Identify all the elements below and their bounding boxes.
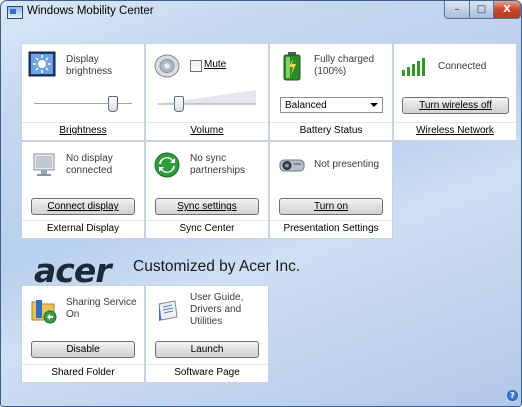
sync-info-line2: partnerships [190,165,246,176]
presentation-status: Not presenting [314,159,380,170]
launch-button[interactable]: Launch [155,341,259,358]
connect-display-label: Connect display [47,201,119,212]
mute-label[interactable]: Mute [204,59,226,71]
battery-info-line1: Fully charged [314,54,375,65]
external-display-info-line2: connected [66,165,113,176]
wireless-network-label: Wireless Network [394,122,516,140]
battery-info-line2: (100%) [314,66,347,77]
user-guide-icon [158,300,178,321]
software-info-line3: Utilities [190,316,223,327]
wireless-status: Connected [438,61,487,72]
tile-external-display: No display connected Connect display Ext… [21,141,145,239]
tile-brightness: Display brightness Brightness [21,43,145,141]
software-info-line1: User Guide, [190,292,244,303]
shared-folder-info-line2: On [66,309,80,320]
presentation-turn-on-button[interactable]: Turn on [279,198,383,215]
sync-settings-button[interactable]: Sync settings [155,198,259,215]
app-icon [7,6,23,19]
brightness-label-text: Brightness [59,125,107,136]
turn-on-label: Turn on [313,201,349,212]
sync-settings-label: Sync settings [177,201,237,212]
software-page-label: Software Page [146,364,268,382]
mute-label-text: Mute [204,59,227,70]
tile-sync-center: No sync partnerships Sync settings Sync … [145,141,269,239]
tile-volume: Mute Volume [145,43,269,141]
customization-text: Customized by Acer Inc. [133,258,301,275]
maximize-button[interactable]: □ [469,1,494,19]
presentation-settings-label: Presentation Settings [270,220,392,238]
sync-icon [154,152,180,178]
wireless-button-label: Turn wireless off [419,100,492,111]
volume-label-text: Volume [190,125,224,136]
display-brightness-icon [28,51,56,77]
speaker-icon [154,54,180,78]
battery-icon [283,52,301,81]
tile-battery: Fully charged (100%) Balanced Battery St… [269,43,393,141]
battery-status-label: Battery Status [270,122,392,140]
disable-sharing-button[interactable]: Disable [31,341,135,358]
wireless-label-text: Wireless Network [416,125,494,136]
tile-software-page: User Guide, Drivers and Utilities Launch… [145,285,269,383]
sync-info-line1: No sync [190,153,227,164]
window-title: Windows Mobility Center [27,5,154,17]
mobility-center-window: Windows Mobility Center – □ X Display br… [0,0,522,407]
external-display-label: External Display [22,220,144,238]
close-button[interactable]: X [493,1,521,19]
brightness-info-line2: brightness [66,66,113,77]
brightness-slider-thumb[interactable] [108,96,118,112]
projector-icon [279,159,305,172]
connect-display-button[interactable]: Connect display [31,198,135,215]
power-plan-select[interactable]: Balanced [280,97,383,113]
volume-ramp [158,90,256,105]
software-info-line2: Drivers and [190,304,242,315]
tile-shared-folder: Sharing Service On Disable Shared Folder [21,285,145,383]
shared-folder-label: Shared Folder [22,364,144,382]
volume-slider-thumb[interactable] [174,96,184,112]
minimize-button[interactable]: – [444,1,470,19]
mute-checkbox[interactable] [190,60,202,72]
title-bar[interactable]: Windows Mobility Center – □ X [1,1,521,23]
volume-label: Volume [146,122,268,140]
brightness-info-line1: Display [66,54,99,65]
help-icon[interactable]: ? [507,390,518,401]
tile-wireless: Connected Turn wireless off Wireless Net… [393,43,517,141]
wireless-signal-icon [402,58,425,76]
brightness-label: Brightness [22,122,144,140]
turn-wireless-off-button[interactable]: Turn wireless off [402,97,509,114]
monitor-icon [33,153,55,176]
tile-presentation: Not presenting Turn on Presentation Sett… [269,141,393,239]
shared-folder-icon [31,300,57,324]
external-display-info-line1: No display [66,153,113,164]
power-plan-value: Balanced [285,100,327,111]
sync-center-label: Sync Center [146,220,268,238]
chevron-down-icon [370,103,378,107]
shared-folder-info-line1: Sharing Service [66,297,137,308]
